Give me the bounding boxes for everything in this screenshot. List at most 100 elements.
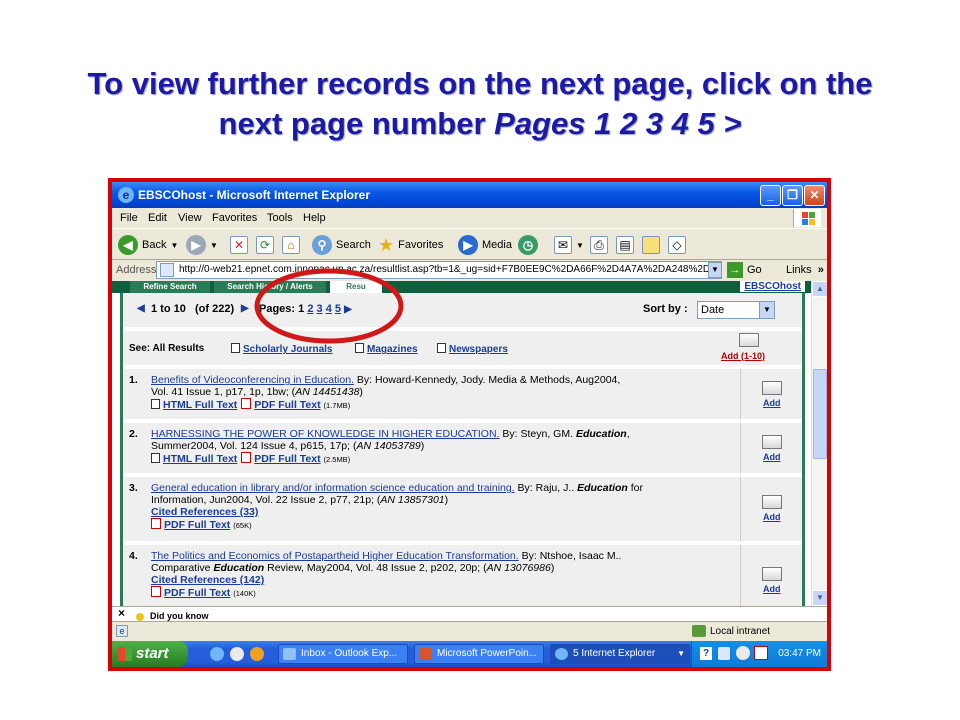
vertical-scrollbar[interactable]: ▲ ▼ — [811, 281, 827, 606]
page-link-4[interactable]: 4 — [326, 303, 332, 315]
history-button[interactable]: ◷ — [518, 234, 538, 256]
scroll-up-icon[interactable]: ▲ — [812, 281, 827, 297]
filter-scholarly-journals[interactable]: Scholarly Journals — [231, 343, 332, 355]
record-title-link[interactable]: The Politics and Economics of Postaparth… — [151, 550, 519, 562]
window-titlebar[interactable]: e EBSCOhost - Microsoft Internet Explore… — [112, 182, 827, 208]
cited-references-link[interactable]: Cited References (142) — [151, 574, 264, 586]
search-button[interactable]: ⚲ Search — [312, 234, 371, 256]
network-icon[interactable] — [718, 647, 730, 660]
pdf-icon — [151, 586, 161, 597]
add-range-link[interactable]: Add (1-10) — [721, 351, 765, 361]
menu-view[interactable]: View — [178, 212, 202, 224]
refresh-button[interactable]: ⟳ — [256, 234, 274, 256]
media-quicklaunch-icon[interactable] — [250, 647, 264, 661]
messenger-button[interactable]: ◇ — [668, 234, 686, 256]
print-button[interactable]: ⎙ — [590, 234, 608, 256]
slide-title: To view further records on the next page… — [0, 64, 960, 144]
folder-icon[interactable] — [762, 495, 782, 509]
tab-results[interactable]: Resu — [330, 281, 382, 293]
minimize-button[interactable]: _ — [760, 185, 781, 206]
antivirus-icon[interactable] — [754, 646, 768, 660]
folder-icon[interactable] — [762, 435, 782, 449]
discuss-button[interactable] — [642, 234, 660, 256]
links-label: Links — [786, 264, 812, 276]
tab-refine-search[interactable]: Refine Search — [130, 281, 210, 293]
close-pane-icon[interactable]: × — [118, 606, 125, 620]
volume-icon[interactable] — [736, 646, 750, 660]
pdf-full-text-link[interactable]: PDF Full Text — [254, 399, 320, 411]
menu-edit[interactable]: Edit — [148, 212, 167, 224]
task-powerpoint[interactable]: Microsoft PowerPoin... — [414, 644, 544, 664]
task-powerpoint-label: Microsoft PowerPoin... — [437, 648, 538, 659]
page-link-5[interactable]: 5 — [335, 303, 341, 315]
record-journal: Education — [575, 428, 627, 440]
menu-file[interactable]: File — [120, 212, 138, 224]
record-title-link[interactable]: HARNESSING THE POWER OF KNOWLEDGE IN HIG… — [151, 428, 499, 440]
address-input[interactable]: http://0-web21.epnet.com.innopac.up.ac.z… — [156, 261, 722, 279]
forward-arrow-icon: ▶ — [186, 235, 206, 255]
record-title-link[interactable]: Benefits of Videoconferencing in Educati… — [151, 374, 354, 386]
scholarly-journals-link[interactable]: Scholarly Journals — [243, 344, 332, 355]
favorites-button[interactable]: ★ Favorites — [378, 234, 443, 256]
page-link-2[interactable]: 2 — [307, 303, 313, 315]
folder-icon[interactable] — [739, 333, 759, 347]
page-link-3[interactable]: 3 — [317, 303, 323, 315]
menu-tools[interactable]: Tools — [267, 212, 293, 224]
ebscohost-link[interactable]: EBSCOhost — [740, 281, 805, 292]
html-full-text-link[interactable]: HTML Full Text — [163, 399, 237, 411]
windows-flag-icon — [793, 209, 821, 227]
sort-select[interactable]: Date ▼ — [697, 301, 775, 319]
html-full-text-link[interactable]: HTML Full Text — [163, 453, 237, 465]
next-arrow-icon[interactable]: ▶ — [241, 303, 249, 314]
stop-button[interactable]: ✕ — [230, 234, 248, 256]
record-source: Information, Jun2004, Vol. 22 Issue 2, p… — [151, 494, 381, 506]
ie-quicklaunch-icon[interactable] — [210, 647, 224, 661]
pdf-full-text-link[interactable]: PDF Full Text — [164, 587, 230, 599]
menu-favorites[interactable]: Favorites — [212, 212, 257, 224]
add-to-folder-link[interactable]: Add — [763, 583, 781, 595]
folder-icon[interactable] — [762, 567, 782, 581]
record-paren: ) — [359, 386, 363, 398]
close-button[interactable]: ✕ — [804, 185, 825, 206]
back-button[interactable]: ◀ Back ▼ — [118, 234, 178, 256]
stop-icon: ✕ — [230, 236, 248, 254]
outlook-quicklaunch-icon[interactable] — [230, 647, 244, 661]
pdf-full-text-link[interactable]: PDF Full Text — [254, 453, 320, 465]
add-to-folder-link[interactable]: Add — [763, 397, 781, 409]
scroll-down-icon[interactable]: ▼ — [812, 590, 827, 606]
task-outlook[interactable]: Inbox - Outlook Exp... — [278, 644, 408, 664]
media-button[interactable]: ▶ Media — [458, 234, 512, 256]
pager-next-icon[interactable]: ▶ — [344, 304, 352, 315]
maximize-button[interactable]: ❐ — [782, 185, 803, 206]
prev-arrow-icon[interactable]: ◀ — [137, 303, 145, 314]
edit-button[interactable]: ▤ — [616, 234, 634, 256]
go-button[interactable]: → Go — [727, 262, 762, 278]
magazines-link[interactable]: Magazines — [367, 344, 418, 355]
record-paren: ) — [550, 562, 555, 574]
favorites-label: Favorites — [398, 239, 444, 251]
address-dropdown-button[interactable]: ▼ — [708, 262, 722, 278]
filter-magazines[interactable]: Magazines — [355, 343, 418, 355]
cited-references-link[interactable]: Cited References (33) — [151, 506, 258, 518]
mail-icon: ✉ — [554, 236, 572, 254]
pdf-full-text-link[interactable]: PDF Full Text — [164, 519, 230, 531]
refresh-icon: ⟳ — [256, 236, 274, 254]
newspapers-link[interactable]: Newspapers — [449, 344, 508, 355]
ie-page-icon: e — [116, 625, 128, 637]
browser-toolbar: ◀ Back ▼ ▶ ▼ ✕ ⟳ ⌂ ⚲ Search ★ Favorites ▶ … — [112, 228, 827, 260]
task-internet-explorer[interactable]: 5 Internet Explorer ▼ — [550, 644, 690, 664]
folder-icon[interactable] — [762, 381, 782, 395]
help-icon[interactable]: ? — [700, 647, 712, 660]
add-to-folder-link[interactable]: Add — [763, 511, 781, 523]
start-button[interactable]: start — [112, 641, 188, 667]
record-title-link[interactable]: General education in library and/or info… — [151, 482, 515, 494]
add-to-folder-link[interactable]: Add — [763, 451, 781, 463]
tab-search-history[interactable]: Search History / Alerts — [214, 281, 326, 293]
forward-button[interactable]: ▶ ▼ — [186, 234, 218, 256]
scroll-thumb[interactable] — [813, 369, 827, 459]
filter-newspapers[interactable]: Newspapers — [437, 343, 508, 355]
mail-button[interactable]: ✉ ▼ — [554, 234, 584, 256]
home-button[interactable]: ⌂ — [282, 234, 300, 256]
links-button[interactable]: Links» — [786, 264, 824, 276]
menu-help[interactable]: Help — [303, 212, 326, 224]
